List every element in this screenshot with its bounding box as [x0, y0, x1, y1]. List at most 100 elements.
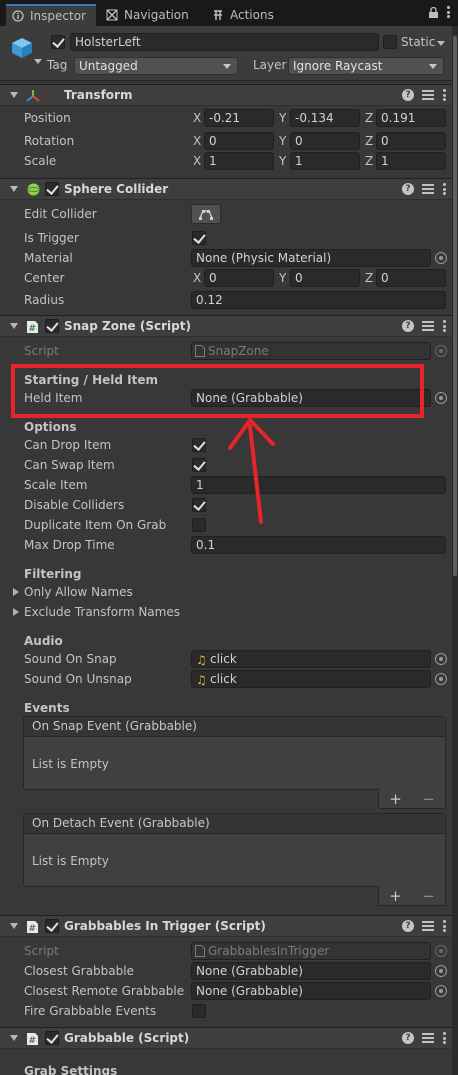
object-picker-icon[interactable] — [435, 673, 447, 685]
axis-x-label[interactable]: X — [193, 271, 201, 285]
rotation-x-field[interactable]: 0 — [204, 132, 274, 150]
can-swap-item-checkbox[interactable] — [192, 458, 206, 472]
remove-event-button[interactable]: − — [422, 790, 435, 808]
axis-x-label[interactable]: X — [193, 134, 201, 148]
exclude-transform-names-foldout[interactable]: Exclude Transform Names — [24, 605, 180, 619]
axis-y-label[interactable]: Y — [279, 111, 286, 125]
axis-y-label[interactable]: Y — [279, 271, 286, 285]
only-allow-names-foldout[interactable]: Only Allow Names — [24, 585, 133, 599]
help-icon[interactable]: ? — [402, 320, 414, 332]
fold-arrow-icon[interactable] — [10, 92, 18, 98]
scrollbar-thumb[interactable] — [453, 36, 457, 576]
component-menu-icon[interactable] — [442, 920, 446, 932]
component-enabled-checkbox[interactable] — [45, 319, 59, 333]
center-z-field[interactable]: 0 — [376, 269, 446, 287]
center-y-field[interactable]: 0 — [290, 269, 360, 287]
preset-sliders-icon[interactable] — [422, 89, 434, 101]
scale-y-field[interactable]: 1 — [290, 152, 360, 170]
material-object-field[interactable]: None (Physic Material) — [191, 249, 431, 267]
fold-arrow-icon[interactable] — [10, 923, 18, 929]
icon-dropdown-caret[interactable] — [34, 59, 42, 64]
rotation-y-field[interactable]: 0 — [290, 132, 360, 150]
closest-grabbable-field[interactable]: None (Grabbable) — [191, 962, 431, 980]
help-icon[interactable]: ? — [402, 920, 414, 932]
svg-text:#: # — [29, 924, 37, 934]
scale-x-field[interactable]: 1 — [204, 152, 274, 170]
sound-on-unsnap-field[interactable]: ♫ click — [191, 670, 431, 688]
snap-zone-header[interactable]: # Snap Zone (Script) ? — [0, 315, 452, 337]
foldout-arrow-icon[interactable] — [13, 588, 19, 596]
can-drop-item-checkbox[interactable] — [192, 438, 206, 452]
axis-y-label[interactable]: Y — [279, 154, 286, 168]
object-picker-icon[interactable] — [435, 392, 447, 404]
disable-colliders-checkbox[interactable] — [192, 498, 206, 512]
component-enabled-checkbox[interactable] — [45, 1031, 59, 1045]
fold-arrow-icon[interactable] — [10, 1035, 18, 1041]
axis-y-label[interactable]: Y — [279, 134, 286, 148]
radius-field[interactable]: 0.12 — [191, 291, 446, 309]
fold-arrow-icon[interactable] — [10, 323, 18, 329]
kebab-menu-icon[interactable] — [446, 6, 450, 18]
sound-on-snap-field[interactable]: ♫ click — [191, 650, 431, 668]
grabbables-in-trigger-header[interactable]: # Grabbables In Trigger (Script) ? — [0, 915, 452, 937]
audio-clip-name: click — [210, 652, 237, 666]
object-name-field[interactable]: HolsterLeft — [70, 33, 379, 51]
add-event-button[interactable]: + — [389, 887, 402, 905]
sphere-collider-header[interactable]: Sphere Collider ? — [0, 178, 452, 200]
component-menu-icon[interactable] — [442, 1032, 446, 1044]
rotation-z-field[interactable]: 0 — [376, 132, 446, 150]
object-picker-icon[interactable] — [435, 985, 447, 997]
static-dropdown-caret[interactable] — [437, 41, 445, 46]
object-picker-icon[interactable] — [435, 965, 447, 977]
tag-dropdown[interactable]: Untagged — [74, 57, 238, 75]
preset-sliders-icon[interactable] — [422, 320, 434, 332]
inspector-scrollbar[interactable] — [452, 26, 458, 1075]
audio-clip-name: click — [210, 672, 237, 686]
center-x-field[interactable]: 0 — [204, 269, 274, 287]
component-enabled-checkbox[interactable] — [45, 919, 59, 933]
max-drop-time-field[interactable]: 0.1 — [191, 536, 446, 554]
object-picker-icon[interactable] — [435, 653, 447, 665]
position-z-field[interactable]: 0.191 — [376, 109, 446, 127]
fire-grabbable-events-checkbox[interactable] — [192, 1004, 206, 1018]
position-x-field[interactable]: -0.21 — [204, 109, 274, 127]
static-checkbox[interactable] — [383, 35, 397, 49]
transform-header[interactable]: Transform ? — [0, 84, 452, 106]
component-menu-icon[interactable] — [442, 320, 446, 332]
grabbable-header[interactable]: # Grabbable (Script) ? — [0, 1027, 452, 1049]
preset-sliders-icon[interactable] — [422, 920, 434, 932]
component-enabled-checkbox[interactable] — [45, 182, 59, 196]
preset-sliders-icon[interactable] — [422, 183, 434, 195]
active-checkbox[interactable] — [51, 35, 65, 49]
fold-arrow-icon[interactable] — [10, 186, 18, 192]
center-label: Center — [24, 271, 65, 285]
position-y-field[interactable]: -0.134 — [290, 109, 360, 127]
scale-z-field[interactable]: 1 — [376, 152, 446, 170]
component-title: Grabbable (Script) — [64, 1031, 190, 1045]
component-menu-icon[interactable] — [442, 89, 446, 101]
is-trigger-checkbox[interactable] — [192, 231, 206, 245]
add-event-button[interactable]: + — [389, 790, 402, 808]
foldout-arrow-icon[interactable] — [13, 608, 19, 616]
axis-z-label[interactable]: Z — [365, 111, 373, 125]
axis-z-label[interactable]: Z — [365, 271, 373, 285]
layer-dropdown[interactable]: Ignore Raycast — [288, 57, 444, 75]
object-picker-icon[interactable] — [435, 252, 447, 264]
tab-actions[interactable]: Actions — [212, 4, 274, 26]
closest-remote-grabbable-field[interactable]: None (Grabbable) — [191, 982, 431, 1000]
lock-icon[interactable] — [428, 6, 439, 22]
tab-navigation[interactable]: Navigation — [106, 4, 189, 26]
help-icon[interactable]: ? — [402, 183, 414, 195]
axis-z-label[interactable]: Z — [365, 134, 373, 148]
edit-collider-button[interactable] — [191, 204, 221, 224]
preset-sliders-icon[interactable] — [422, 1032, 434, 1044]
axis-z-label[interactable]: Z — [365, 154, 373, 168]
duplicate-item-on-grab-checkbox[interactable] — [192, 518, 206, 532]
remove-event-button[interactable]: − — [422, 887, 435, 905]
tab-inspector[interactable]: Inspector — [6, 4, 96, 26]
axis-x-label[interactable]: X — [193, 154, 201, 168]
component-menu-icon[interactable] — [442, 183, 446, 195]
help-icon[interactable]: ? — [402, 89, 414, 101]
help-icon[interactable]: ? — [402, 1032, 414, 1044]
axis-x-label[interactable]: X — [193, 111, 201, 125]
